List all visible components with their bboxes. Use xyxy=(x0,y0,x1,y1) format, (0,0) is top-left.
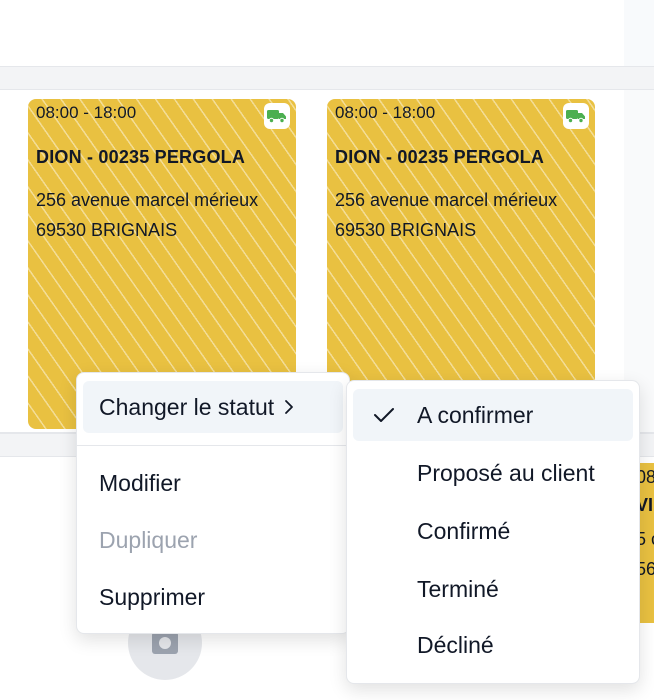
card-city: 69530 BRIGNAIS xyxy=(335,220,477,240)
modify-item[interactable]: Modifier xyxy=(83,457,343,509)
status-option[interactable]: Proposé au client xyxy=(353,447,633,499)
check-icon xyxy=(373,406,417,424)
truck-icon xyxy=(264,103,290,129)
status-label: A confirmer xyxy=(417,401,534,428)
status-label: Terminé xyxy=(417,575,499,602)
card-title: DION - 00235 PERGOLA xyxy=(335,147,545,167)
chevron-right-icon xyxy=(284,399,294,415)
row-header-band xyxy=(0,67,654,89)
delete-item[interactable]: Supprimer xyxy=(83,571,343,623)
menu-divider xyxy=(77,445,349,446)
change-status-label: Changer le statut xyxy=(99,393,275,420)
card-title: DION - 00235 PERGOLA xyxy=(36,147,246,167)
status-option[interactable]: Terminé xyxy=(353,563,633,615)
context-menu: Changer le statut Modifier Dupliquer Sup… xyxy=(76,372,350,634)
scroll-gutter xyxy=(624,0,654,66)
status-option[interactable]: A confirmer xyxy=(353,389,633,441)
duplicate-label: Dupliquer xyxy=(99,526,198,553)
status-option[interactable]: Décliné xyxy=(353,619,633,671)
truck-icon xyxy=(563,103,589,129)
card-address: 256 avenue marcel mérieux xyxy=(335,190,558,210)
card-time: 08:00 - 18:00 xyxy=(36,103,137,122)
change-status-item[interactable]: Changer le statut xyxy=(83,381,343,433)
status-option[interactable]: Confirmé xyxy=(353,505,633,557)
card-address: 256 avenue marcel mérieux xyxy=(36,190,259,210)
status-label: Confirmé xyxy=(417,517,511,544)
card-time: 08:00 - 18:00 xyxy=(335,103,436,122)
top-panel xyxy=(0,0,654,66)
card-city: 69530 BRIGNAIS xyxy=(36,220,178,240)
status-submenu: A confirmer Proposé au client Confirmé T… xyxy=(346,380,640,684)
delete-label: Supprimer xyxy=(99,583,206,610)
modify-label: Modifier xyxy=(99,469,181,496)
duplicate-item: Dupliquer xyxy=(83,514,343,566)
status-label: Décliné xyxy=(417,631,494,658)
status-label: Proposé au client xyxy=(417,459,595,486)
